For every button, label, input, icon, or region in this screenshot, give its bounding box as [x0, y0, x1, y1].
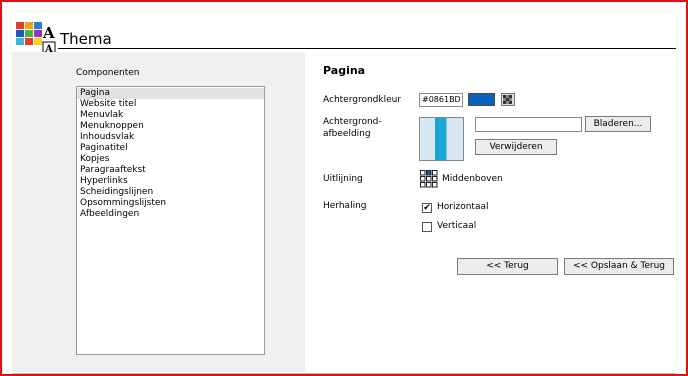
- list-item-paragraaftekst[interactable]: Paragraaftekst: [77, 165, 264, 176]
- list-item-hyperlinks[interactable]: Hyperlinks: [77, 176, 264, 187]
- list-item-website-titel[interactable]: Website titel: [77, 99, 264, 110]
- settings-panel: Pagina Achtergrondkleur #0861BD Achtergr…: [305, 52, 676, 372]
- list-item-opsommingslijsten[interactable]: Opsommingslijsten: [77, 198, 264, 209]
- list-item-paginatitel[interactable]: Paginatitel: [77, 143, 264, 154]
- vertical-label: Verticaal: [437, 221, 477, 231]
- background-image-label-line2: afbeelding: [323, 129, 371, 139]
- repeat-label: Herhaling: [323, 201, 367, 211]
- list-item-inhoudsvlak[interactable]: Inhoudsvlak: [77, 132, 264, 143]
- background-color-input[interactable]: #0861BD: [419, 93, 463, 107]
- background-color-label: Achtergrondkleur: [323, 95, 402, 105]
- bottom-divider: [12, 373, 676, 374]
- horizontal-checkbox[interactable]: ✔: [422, 203, 432, 213]
- color-swatch[interactable]: [468, 93, 495, 106]
- alignment-grid-icon[interactable]: [420, 170, 438, 188]
- remove-button[interactable]: Verwijderen: [475, 139, 557, 155]
- vertical-checkbox[interactable]: [422, 222, 432, 232]
- browse-button[interactable]: Bladeren...: [585, 116, 651, 132]
- section-title: Pagina: [323, 64, 366, 77]
- horizontal-label: Horizontaal: [437, 202, 489, 212]
- list-item-afbeeldingen[interactable]: Afbeeldingen: [77, 209, 264, 220]
- list-item-menuvlak[interactable]: Menuvlak: [77, 110, 264, 121]
- background-image-preview: [419, 117, 464, 161]
- alignment-label: Uitlijning: [323, 174, 363, 184]
- list-item-pagina[interactable]: Pagina: [77, 88, 264, 99]
- alignment-value: Middenboven: [442, 174, 503, 184]
- back-button[interactable]: << Terug: [457, 258, 558, 275]
- file-path-input[interactable]: [475, 117, 582, 132]
- theme-window: A A Thema Componenten Pagina Website tit…: [0, 0, 688, 376]
- list-item-scheidingslijnen[interactable]: Scheidingslijnen: [77, 187, 264, 198]
- components-list[interactable]: Pagina Website titel Menuvlak Menuknoppe…: [76, 86, 265, 355]
- list-item-menuknoppen[interactable]: Menuknoppen: [77, 121, 264, 132]
- components-label: Componenten: [76, 68, 140, 78]
- page-title: Thema: [60, 30, 112, 48]
- save-back-button[interactable]: << Opslaan & Terug: [564, 258, 674, 275]
- svg-text:A: A: [42, 24, 55, 42]
- title-divider: [58, 48, 676, 49]
- components-panel: Componenten Pagina Website titel Menuvla…: [12, 52, 305, 372]
- color-picker-icon[interactable]: [501, 93, 515, 106]
- theme-logo-icon: A A: [16, 22, 56, 55]
- background-image-label-line1: Achtergrond-: [323, 117, 382, 127]
- list-item-kopjes[interactable]: Kopjes: [77, 154, 264, 165]
